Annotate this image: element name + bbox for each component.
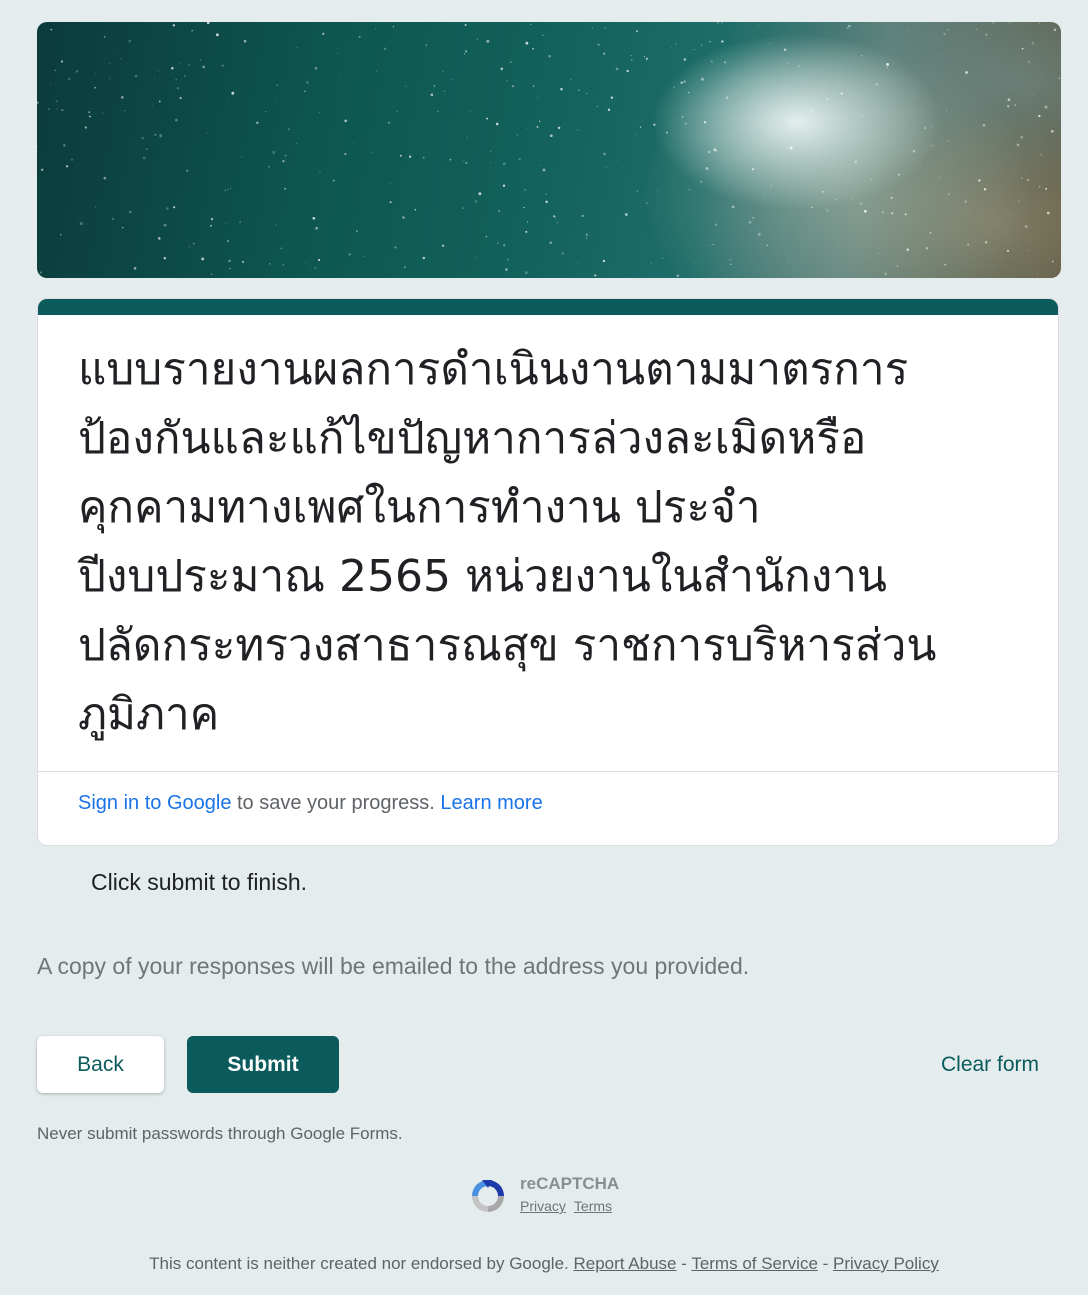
clear-form-button-label: Clear form xyxy=(940,1052,1040,1076)
recaptcha-name: reCAPTCHA xyxy=(520,1174,620,1193)
form-title: แบบรายงานผลการดำเนินงานตามมาตรการ ป้องกั… xyxy=(78,335,1018,749)
form-title-line: ปลัดกระทรวงสาธารณสุข ราชการบริหารส่วน xyxy=(78,620,937,671)
footer-disclaimer: This content is neither created nor endo… xyxy=(149,1254,574,1273)
back-button[interactable]: Back xyxy=(37,1036,164,1093)
title-card-accent-bar xyxy=(38,299,1058,315)
form-title-line: ป้องกันและแก้ไขปัญหาการล่วงละเมิดหรือ xyxy=(78,413,867,464)
signin-link[interactable]: Sign in to Google xyxy=(78,792,231,814)
footer-separator: - xyxy=(817,1254,834,1273)
password-warning: Never submit passwords through Google Fo… xyxy=(37,1124,403,1143)
title-card-divider xyxy=(38,771,1058,772)
form-title-line: ปีงบประมาณ 2565 หน่วยงานในสำนักงาน xyxy=(78,551,887,602)
recaptcha-logo-icon xyxy=(468,1176,508,1220)
report-abuse-link[interactable]: Report Abuse xyxy=(573,1254,676,1273)
learn-more-link[interactable]: Learn more xyxy=(440,792,542,814)
signin-notice: Sign in to Google to save your progress.… xyxy=(78,792,543,815)
form-title-line: คุกคามทางเพศในการทำงาน ประจำ xyxy=(78,482,761,533)
back-button-label: Back xyxy=(77,1052,124,1076)
submit-button[interactable]: Submit xyxy=(187,1036,339,1093)
clear-form-button[interactable]: Clear form xyxy=(920,1036,1060,1093)
terms-of-service-link[interactable]: Terms of Service xyxy=(691,1254,818,1273)
recaptcha-links: Privacy Terms xyxy=(520,1198,620,1214)
footer: This content is neither created nor endo… xyxy=(0,1254,1088,1274)
privacy-policy-link[interactable]: Privacy Policy xyxy=(833,1254,939,1273)
finish-instruction: Click submit to finish. xyxy=(91,869,308,895)
starfield-decoration xyxy=(37,22,1061,278)
recaptcha-terms-link[interactable]: Terms xyxy=(574,1198,612,1214)
recaptcha-badge: reCAPTCHA Privacy Terms xyxy=(468,1172,638,1222)
recaptcha-privacy-link[interactable]: Privacy xyxy=(520,1198,566,1214)
submit-button-label: Submit xyxy=(227,1052,299,1076)
signin-text: to save your progress. xyxy=(231,792,441,814)
form-title-card: แบบรายงานผลการดำเนินงานตามมาตรการ ป้องกั… xyxy=(37,298,1059,846)
form-title-line: ภูมิภาค xyxy=(78,689,220,740)
form-title-line: แบบรายงานผลการดำเนินงานตามมาตรการ xyxy=(78,344,909,395)
copy-notice: A copy of your responses will be emailed… xyxy=(37,953,750,979)
header-banner-image xyxy=(37,22,1061,278)
footer-separator: - xyxy=(676,1254,692,1273)
